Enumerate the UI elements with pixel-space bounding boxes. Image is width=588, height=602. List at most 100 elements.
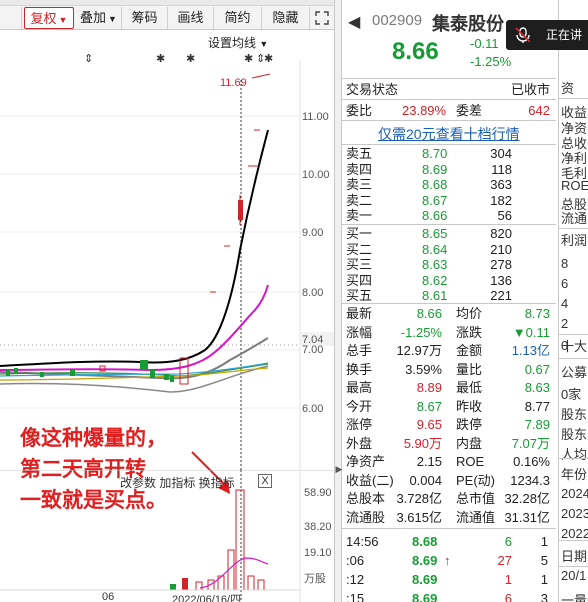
ask-volume: 304	[490, 146, 512, 161]
ask-volume: 182	[490, 192, 512, 208]
volume-chart[interactable]: 58.90 38.20 19.10 万股	[0, 470, 334, 602]
stat-label: 流通股	[346, 509, 386, 525]
tick-count: 1	[540, 534, 548, 549]
voice-status-bar[interactable]: 正在讲	[506, 20, 588, 50]
candle	[164, 374, 169, 380]
side-panel-text: 2	[561, 316, 569, 331]
stats-row: 涨停 9.65 跌停 7.89	[342, 416, 556, 434]
stats-row: 最高 8.89 最低 8.63	[342, 379, 556, 397]
bid-level-row: 买四 8.62 136	[342, 273, 556, 289]
stat-label: 涨幅	[346, 324, 373, 340]
chart-toolbar: 复权 ▼ 叠加 ▼ 筹码 画线 简约 隐藏	[0, 6, 334, 30]
bid-level-label: 买四	[346, 272, 373, 288]
volume-bar	[182, 578, 188, 590]
ask-volume: 363	[490, 177, 512, 192]
stat-label: 金额	[456, 343, 483, 358]
fuquan-button[interactable]: 复权 ▼	[24, 7, 74, 29]
volume-tick-label: 38.20	[304, 521, 332, 533]
volume-tick-label: 19.10	[304, 547, 332, 559]
stat-label: ROE	[456, 454, 485, 469]
volume-bar	[195, 581, 203, 591]
tick-time: :15	[346, 591, 365, 602]
event-marker: ⇕	[84, 53, 93, 65]
stat-label: 涨跌	[456, 324, 483, 340]
tick-time: :06	[346, 553, 365, 568]
bid-volume: 136	[490, 272, 512, 288]
high-marker-arrow	[251, 73, 271, 79]
stat-label: 流通值	[456, 509, 496, 525]
price-tick-label: 11.00	[302, 111, 329, 123]
divider	[342, 99, 556, 100]
tick-row[interactable]: :15 8.69 6 3	[342, 589, 556, 602]
ask-level-label: 卖四	[346, 161, 373, 177]
tick-row[interactable]: :12 8.69 1 1	[342, 570, 556, 589]
divider	[342, 303, 556, 304]
ask-level-label: 卖二	[346, 192, 373, 208]
stats-row: 流通股 3.615亿 流通值 31.31亿	[342, 509, 556, 527]
stats-row: 今开 8.67 昨收 8.77	[342, 398, 556, 416]
draw-line-button[interactable]: 画线	[168, 7, 214, 29]
side-panel-text: 日期	[561, 549, 588, 564]
divider	[559, 540, 588, 541]
tick-row[interactable]: 14:56 8.68 6 1	[342, 532, 556, 551]
volume-bar	[247, 575, 255, 591]
ask-level-row: 卖二 8.67 182	[342, 193, 556, 209]
f10-side-panel: 资收益 净资 总收 净利 毛利 ROE 总股 流通 利润 8 6 4 2 0 十大 公募 0家 股东 股东 人均 年份 2…	[558, 0, 588, 602]
stat-label: 内盘	[456, 435, 483, 451]
chevron-down-icon: ▼	[108, 14, 117, 24]
bid-volume: 221	[490, 288, 512, 303]
bid-level-row: 买二 8.64 210	[342, 242, 556, 258]
stat-label: 总手	[346, 343, 373, 358]
tick-volume: 6	[504, 591, 512, 602]
ask-level-row: 卖一 8.66 56	[342, 208, 556, 224]
volume-bar	[235, 489, 245, 591]
candle	[14, 368, 18, 373]
fullscreen-icon[interactable]	[310, 7, 334, 29]
stat-value: 31.31亿	[504, 509, 550, 525]
tick-time: 14:56	[346, 534, 379, 549]
ask-level-row: 卖四 8.69 118	[342, 162, 556, 178]
hide-button[interactable]: 隐藏	[262, 7, 310, 29]
side-panel-text: 流通	[561, 211, 588, 226]
ask-price: 8.70	[422, 146, 448, 161]
stat-value: -1.25%	[400, 324, 442, 340]
ask-price: 8.69	[422, 161, 448, 177]
stat-value: 3.615亿	[396, 509, 442, 525]
weibi-value: 23.89%	[402, 103, 447, 118]
price-tick-label: 8.00	[302, 287, 323, 299]
bid-volume: 278	[490, 257, 512, 272]
tick-count: 3	[540, 591, 548, 602]
divider	[342, 144, 556, 145]
candle	[140, 360, 148, 370]
overlay-button[interactable]: 叠加 ▼	[76, 7, 122, 29]
ten-level-orderbook-link[interactable]: 仅需20元查看十档行情	[378, 124, 520, 144]
ask-volume: 56	[497, 208, 512, 223]
divider	[342, 78, 556, 79]
back-arrow-icon[interactable]: ◀	[348, 12, 360, 32]
stock-code: 002909	[372, 12, 423, 29]
chips-button[interactable]: 筹码	[122, 7, 168, 29]
stat-label: PE(动)	[456, 472, 496, 488]
kline-chart-pane[interactable]: 复权 ▼ 叠加 ▼ 筹码 画线 简约 隐藏 设置均线 ▼ ⇕ ✱ ✱ ✱ ⇕ ✱ 1…	[0, 0, 334, 602]
scroll-left-button[interactable]	[0, 7, 22, 29]
stat-value: 8.89	[416, 380, 442, 395]
fuquan-label: 复权	[30, 11, 57, 26]
simple-button[interactable]: 简约	[214, 7, 262, 29]
bid-price: 8.65	[422, 226, 448, 241]
weibi-row: 委比 23.89% 委差 642	[342, 101, 556, 120]
trade-status-row: 交易状态 已收市	[342, 80, 556, 99]
bid-price: 8.64	[422, 241, 448, 257]
overlay-label: 叠加	[80, 10, 107, 25]
bid-level-row: 买一 8.65 820	[342, 226, 556, 242]
candlestick-chart[interactable]: ⇕ ✱ ✱ ✱ ⇕ ✱ 11.69 11.00 10.00 9.00 8.00 …	[0, 30, 334, 470]
stat-label: 跌停	[456, 417, 483, 432]
tick-row[interactable]: :06 8.69 ↑ 27 5	[342, 551, 556, 570]
side-panel-text: 2024	[561, 486, 588, 501]
price-tick-label: 9.00	[302, 227, 323, 239]
bid-volume: 820	[490, 226, 512, 241]
pane-divider[interactable]: ▶	[334, 0, 342, 602]
candle	[6, 370, 10, 376]
tick-price: 8.69	[412, 572, 438, 587]
candle	[70, 370, 75, 376]
side-panel-text: 2022	[561, 526, 588, 541]
